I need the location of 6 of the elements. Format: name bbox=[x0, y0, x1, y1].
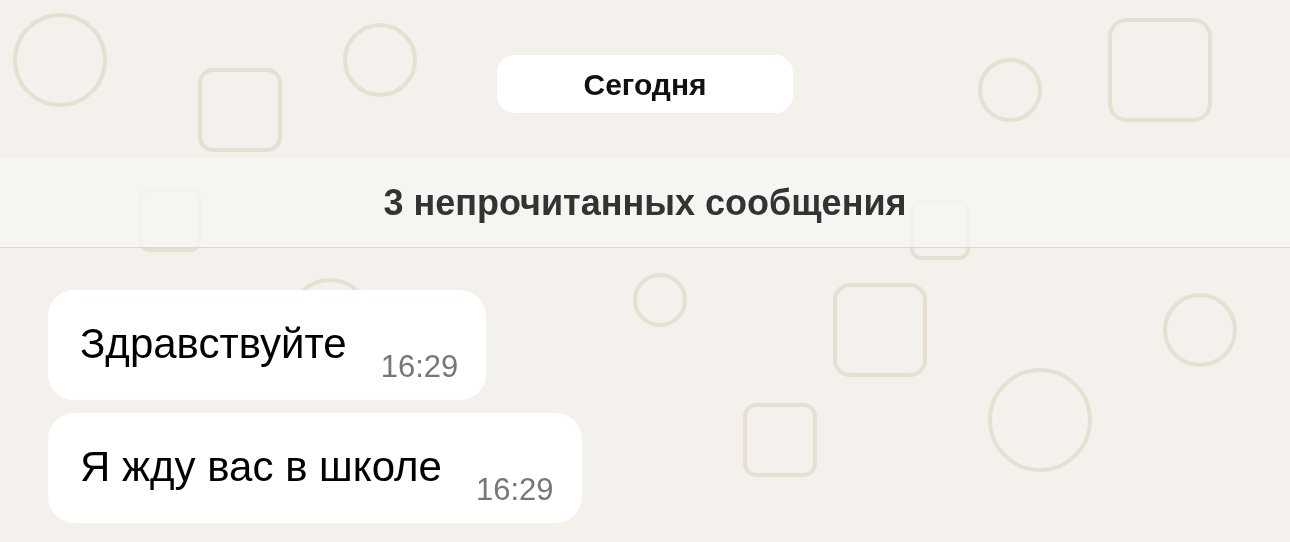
unread-messages-banner: 3 непрочитанных сообщения bbox=[0, 158, 1290, 248]
message-text: Я жду вас в школе bbox=[80, 442, 442, 492]
message-time: 16:29 bbox=[475, 471, 554, 509]
date-separator: Сегодня bbox=[497, 55, 793, 113]
message-text: Здравствуйте bbox=[80, 319, 347, 369]
message-time: 16:29 bbox=[380, 348, 459, 386]
